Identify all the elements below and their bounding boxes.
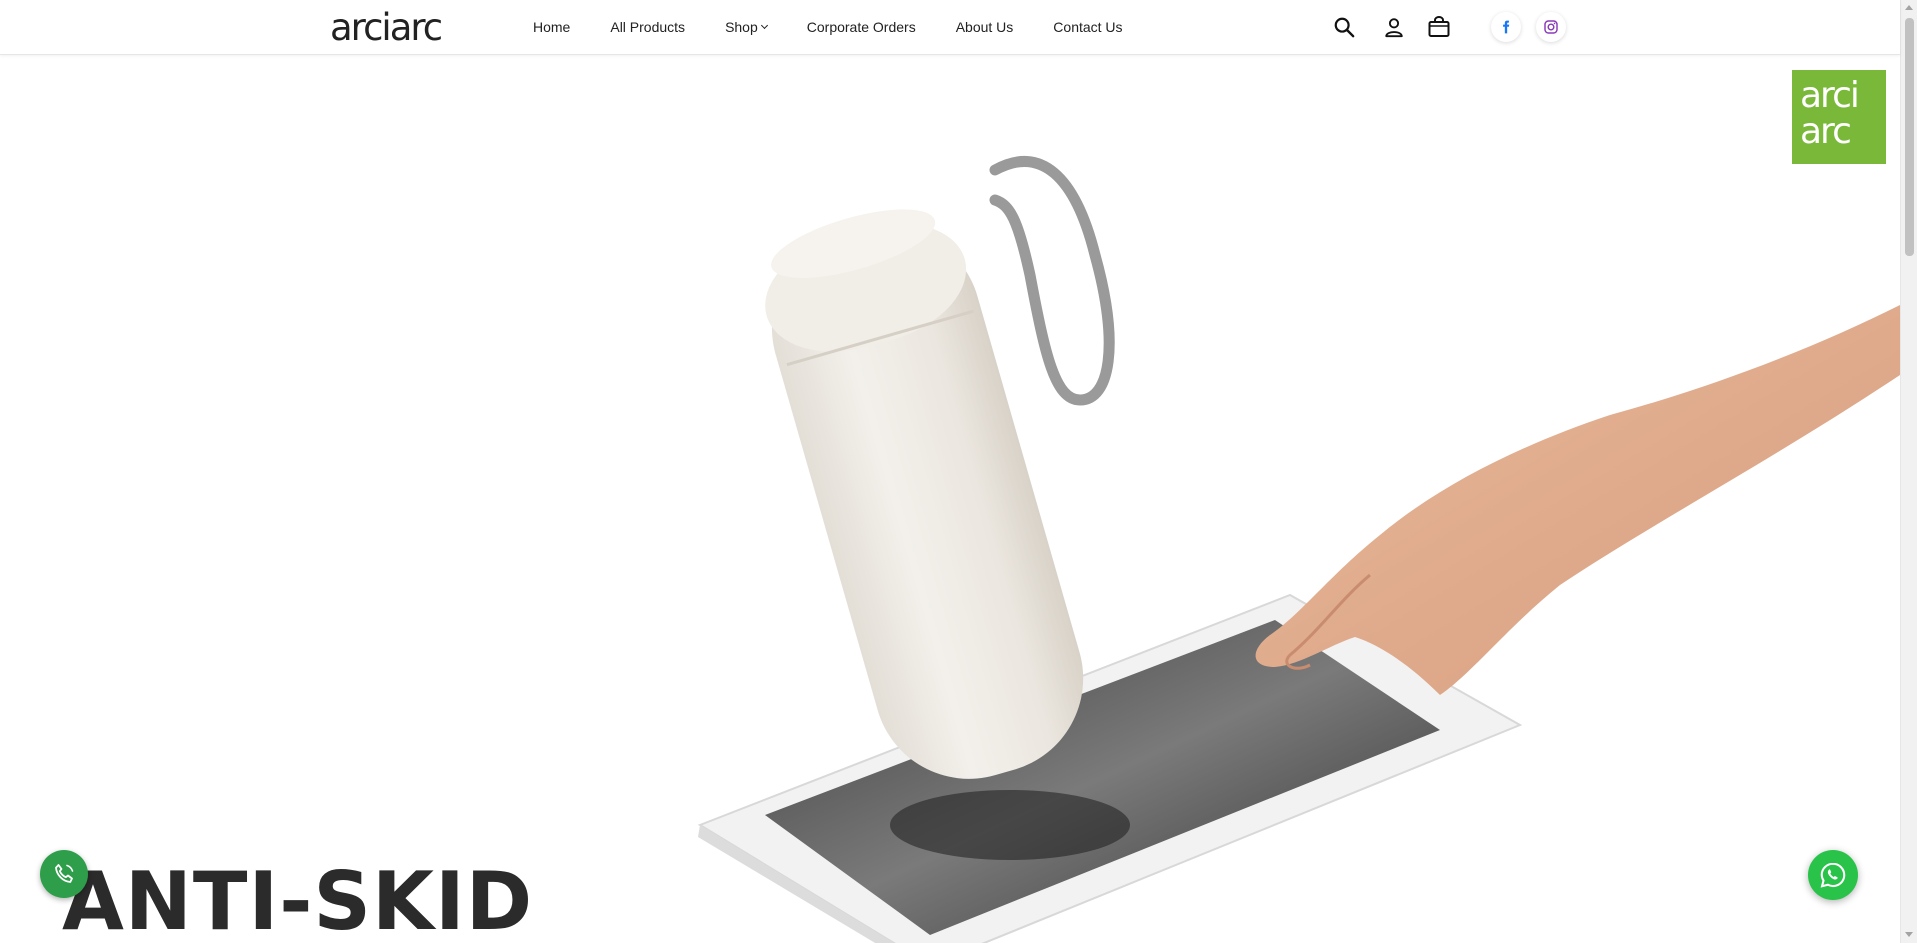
instagram-icon[interactable] [1536,12,1566,42]
nav-home[interactable]: Home [533,19,570,35]
main-nav: Home All Products Shop Corporate Orders … [533,0,1163,53]
facebook-icon[interactable] [1491,12,1521,42]
nav-home-label: Home [533,18,571,35]
nav-about-us[interactable]: About Us [956,19,1014,35]
nav-shop[interactable]: Shop [725,18,768,35]
badge-line-2: arc [1800,111,1852,152]
nav-all-products-label: All Products [610,18,686,35]
chevron-down-icon [760,21,768,29]
nav-corporate-orders[interactable]: Corporate Orders [807,19,916,35]
scroll-down-icon[interactable] [1905,932,1913,937]
site-logo[interactable]: arciarc [330,8,443,48]
hero-headline: ANTI-SKID [62,855,534,943]
site-header: arciarc Home All Products Shop Corporate… [0,0,1900,55]
whatsapp-button[interactable] [1808,850,1858,900]
nav-contact-us[interactable]: Contact Us [1053,19,1122,35]
nav-all-products[interactable]: All Products [610,19,685,35]
hero-product-image [697,155,1900,943]
scrollbar-thumb[interactable] [1905,18,1914,256]
search-icon[interactable] [1331,14,1357,40]
phone-icon [55,864,74,883]
nav-shop-label: Shop [725,18,758,35]
shopping-bag-icon[interactable] [1426,14,1452,40]
whatsapp-icon [1820,862,1846,888]
nav-corporate-orders-label: Corporate Orders [806,18,916,35]
nav-contact-us-label: Contact Us [1053,18,1123,35]
scroll-up-icon[interactable] [1905,5,1913,10]
badge-line-1: arci [1800,75,1860,116]
brand-badge: arci arc [1792,70,1886,164]
hero-banner: ANTI-SKID [0,55,1900,943]
call-button[interactable] [40,850,88,898]
page-scrollbar[interactable] [1900,0,1917,943]
account-icon[interactable] [1381,14,1407,40]
nav-about-us-label: About Us [955,18,1014,35]
